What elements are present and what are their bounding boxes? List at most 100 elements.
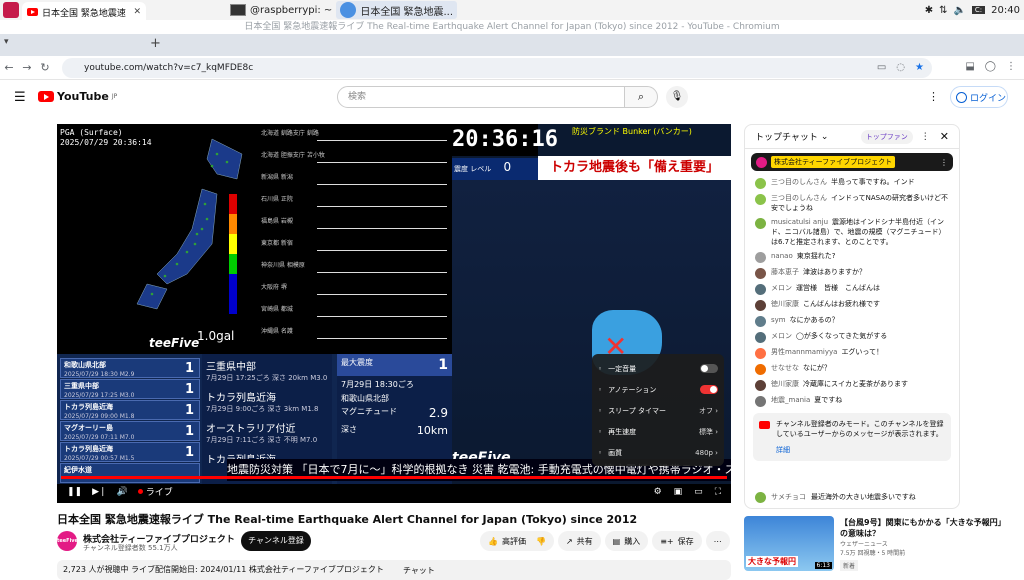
next-icon[interactable]: ▶❘ (92, 487, 106, 497)
subscribe-button[interactable]: チャンネル登録 (241, 531, 311, 551)
chat-avatar (755, 364, 766, 375)
search-button[interactable]: ⌕ (624, 86, 658, 108)
more-actions-button[interactable]: ⋯ (705, 531, 730, 551)
close-chat-icon[interactable]: ✕ (940, 130, 949, 143)
profile-icon[interactable]: ◯ (985, 61, 996, 72)
youtube-logo[interactable]: YouTube JP (38, 90, 117, 103)
chat-message[interactable]: 三つ目のしんさん インドってNASAの研究者多いけど不安でしょうね (745, 191, 959, 215)
pga-color-scale (229, 194, 237, 314)
system-tray: ✱ ⇅ 🔈 C: 20:40 (925, 0, 1020, 20)
close-icon[interactable]: ✕ (133, 7, 141, 17)
recommended-title[interactable]: 【台風9号】関東にもかかる「大きな予報円」の意味は？ (840, 517, 1010, 539)
raspberry-icon[interactable] (3, 2, 19, 18)
settings-row[interactable]: ◦ アノテーション (592, 379, 724, 400)
live-badge[interactable]: ライブ (137, 485, 173, 498)
login-button[interactable]: ログイン (950, 86, 1008, 108)
reload-icon[interactable]: ↻ (36, 61, 54, 74)
pause-icon[interactable]: ❚❚ (67, 487, 82, 497)
address-bar[interactable]: youtube.com/watch?v=c7_kqMFDE8c ▭ ◌ ★ (62, 58, 932, 78)
chat-avatar (755, 284, 766, 295)
waveform-line (317, 206, 447, 207)
settings-kebab-icon[interactable]: ⋮ (928, 90, 939, 103)
chat-message[interactable]: せなせな なにが？ (745, 361, 959, 377)
tab-youtube[interactable]: 日本全国 緊急地震速 ✕ (22, 2, 146, 22)
chat-kebab-icon[interactable]: ⋮ (921, 132, 930, 142)
chevron-down-icon[interactable]: ⌄ (821, 132, 829, 142)
settings-row[interactable]: ◦ 再生速度 標準 › (592, 421, 724, 442)
back-icon[interactable]: ← (0, 61, 18, 74)
description-box[interactable]: 2,723 人が視聴中 ライブ配信開始日: 2024/01/11 株式会社ティー… (57, 560, 731, 580)
quake-history-row: トカラ列島近海 2025/07/29 09:00 M1.8 1 (60, 400, 200, 420)
pinned-message[interactable]: 株式会社ティーファイブプロジェクト ⋮ (751, 153, 953, 171)
chat-message[interactable]: musicatulsi anju 震源地はインドシナ半島付近（インド、ニコバル諸島… (745, 215, 959, 249)
progress-fill (61, 476, 727, 479)
chat-message[interactable]: 藤本恵子 津波はありますか？ (745, 265, 959, 281)
share-button[interactable]: ↗ 共有 (557, 531, 601, 551)
toggle-switch[interactable] (700, 385, 718, 394)
forward-icon[interactable]: → (18, 61, 36, 74)
chat-text: 運営様 皆様 こんばんは (796, 284, 880, 292)
menu-icon[interactable]: ⋮ (1006, 61, 1016, 72)
recommended-thumbnail[interactable]: 大きな予報円 6:13 (744, 516, 834, 571)
taskbar-browser[interactable]: 日本全国 緊急地震... (336, 1, 458, 19)
tab-search-icon[interactable]: ▾ (4, 37, 9, 47)
live-chat: トップチャット ⌄ トップファン ⋮ ✕ 株式会社ティーファイブプロジェクト ⋮… (744, 124, 960, 509)
top-fan-badge[interactable]: トップファン (860, 129, 913, 144)
bookmark-star-icon[interactable]: ★ (915, 58, 924, 78)
network-icon[interactable]: ⇅ (939, 5, 947, 16)
quake-detail-item: トカラ列島近海 7月29日 9:00ごろ 深さ 3km M1.8 (206, 393, 319, 413)
progress-bar[interactable] (61, 476, 727, 479)
chat-message[interactable]: 男性mannmamiyya エグいって！ (745, 345, 959, 361)
thumbs-down-icon[interactable]: 👎 (536, 537, 546, 546)
eye-off-icon[interactable]: ◌ (896, 58, 905, 78)
bluetooth-icon[interactable]: ✱ (925, 5, 933, 16)
theater-icon[interactable]: ▭ (694, 487, 703, 497)
save-button[interactable]: ≡+ 保存 (652, 531, 702, 551)
chat-avatar (755, 380, 766, 391)
wave-station-label: 宮崎県 都城 (261, 306, 293, 313)
cpu-icon[interactable]: C: (971, 6, 986, 14)
miniplayer-icon[interactable]: ▣ (674, 487, 683, 497)
taskbar-terminal[interactable]: @raspberrypi: ~ (226, 1, 336, 19)
toggle-switch[interactable] (700, 364, 718, 373)
channel-avatar[interactable]: teeFive (57, 531, 78, 551)
chat-text: 東京揺れた? (796, 252, 836, 260)
chat-message[interactable]: 地震_mania 夏ですね (745, 393, 959, 409)
notice-details-link[interactable]: 詳細 (776, 445, 945, 455)
hamburger-menu-icon[interactable]: ☰ (14, 90, 26, 105)
voice-search-button[interactable]: 🎙 (666, 86, 688, 108)
chat-message[interactable]: 三つ目のしんさん 半島って事ですね。インド (745, 175, 959, 191)
settings-row[interactable]: ◦ 一定音量 (592, 358, 724, 379)
chat-text: こんばんはお疲れ様です (803, 300, 880, 308)
quake-detail-item: 三重県中部 7月29日 17:25ごろ 深さ 20km M3.0 (206, 362, 328, 382)
chat-author: nanao (771, 252, 793, 260)
volume-icon[interactable]: 🔈 (953, 5, 965, 16)
chat-message[interactable]: nanao 東京揺れた? (745, 249, 959, 265)
settings-row[interactable]: ◦ 画質 480p › (592, 442, 724, 463)
settings-row[interactable]: ◦ スリープ タイマー オフ › (592, 400, 724, 421)
chat-message[interactable]: 徳川家康 こんばんはお疲れ様です (745, 297, 959, 313)
search-input[interactable]: 検索 (337, 86, 625, 108)
chat-avatar (755, 492, 766, 503)
settings-row-value: オフ › (698, 406, 718, 415)
chat-header: トップチャット ⌄ トップファン ⋮ ✕ (745, 125, 959, 149)
cast-icon[interactable]: ▭ (877, 58, 886, 78)
chat-message[interactable]: メロン ◯が多くなってきた気がする (745, 329, 959, 345)
chat-message[interactable]: sym なにかあるの？ (745, 313, 959, 329)
extensions-icon[interactable]: ⬓ (965, 61, 974, 72)
chat-avatar (755, 316, 766, 327)
chat-author: 藤本恵子 (771, 268, 799, 276)
settings-menu[interactable]: ◦ 一定音量 ◦ アノテーション ◦ スリープ タイマー オフ › ◦ 再生速度 標準 › ◦ 画質 4… (592, 354, 724, 466)
fullscreen-icon[interactable]: ⛶ (715, 487, 721, 497)
pinned-kebab-icon[interactable]: ⋮ (940, 158, 948, 167)
buy-button[interactable]: ▤ 購入 (604, 531, 649, 551)
clock: 20:40 (991, 4, 1020, 16)
settings-gear-icon[interactable]: ⚙ (654, 487, 662, 497)
waveform-line (317, 294, 447, 295)
video-player[interactable]: PGA (Surface) 2025/07/29 20:36:14 1.0gal… (57, 124, 731, 503)
chat-message[interactable]: メロン 運営様 皆様 こんばんは (745, 281, 959, 297)
chat-message[interactable]: 徳川家康 冷蔵庫にスイカと麦茶があります (745, 377, 959, 393)
volume-icon[interactable]: 🔊 (117, 487, 128, 497)
new-tab-button[interactable]: + (150, 36, 161, 51)
like-button[interactable]: 👍 高評価 👎 (480, 531, 554, 551)
